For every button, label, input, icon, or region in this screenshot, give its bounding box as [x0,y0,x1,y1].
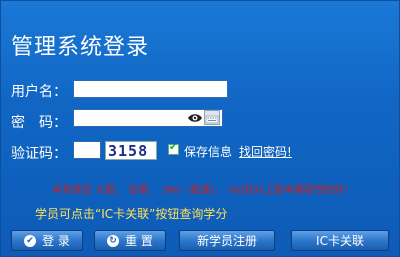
password-label: 密 码： [11,115,67,131]
keyboard-icon[interactable] [204,110,220,125]
reset-button-label: 重 置 [125,234,153,248]
login-button[interactable]: ✔ 登 录 [11,230,83,251]
username-label: 用户名： [11,84,67,100]
save-info-label: 保存信息 [184,145,233,159]
captcha-image[interactable]: 3158 [105,141,157,160]
eye-icon[interactable] [187,112,203,124]
register-button-label: 新学员注册 [196,234,257,248]
captcha-label: 验证码： [11,146,67,162]
login-panel: 管理系统登录 用户名： 密 码： 验证码： 3158 保存信息 找回密码! 本系… [0,0,400,257]
page-title: 管理系统登录 [11,35,150,60]
register-button[interactable]: 新学员注册 [179,230,275,251]
checkmark-icon: ✔ [24,234,37,247]
browser-compat-notice: 本系统在 火狐、 谷歌、 360（极速）、 ie8及以上版本兼容性较好! [51,185,349,196]
username-input[interactable] [73,80,228,98]
refresh-icon: ↻ [107,234,120,247]
ic-card-tip: 学员可点击“IC卡关联”按钮查询学分 [35,207,228,221]
ic-card-button[interactable]: IC卡关联 [291,230,389,251]
login-button-label: 登 录 [42,234,70,248]
reset-button[interactable]: ↻ 重 置 [94,230,166,251]
save-info-checkbox[interactable] [168,142,179,155]
forgot-password-link[interactable]: 找回密码! [239,143,292,160]
captcha-input[interactable] [73,141,101,159]
ic-card-button-label: IC卡关联 [316,234,364,248]
